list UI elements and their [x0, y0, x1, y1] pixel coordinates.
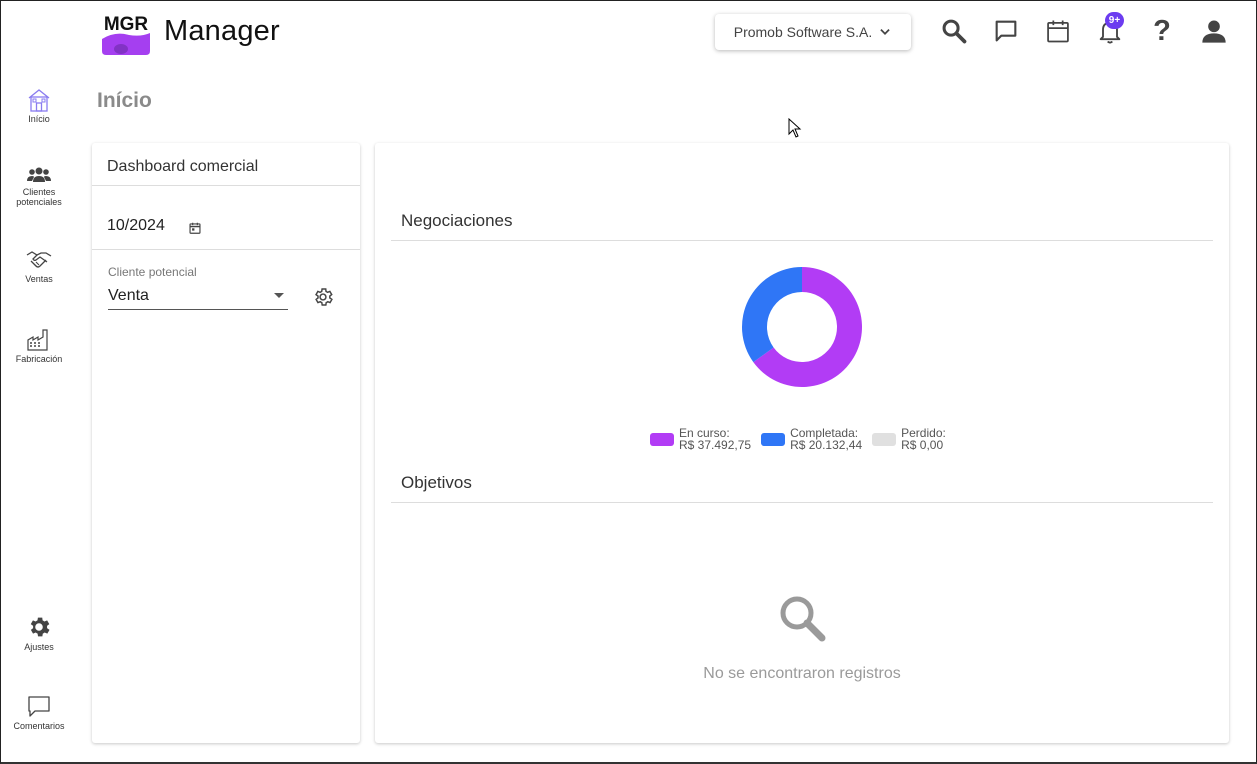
sidebar-item-clientes-potenciales[interactable]: Clientes potenciales: [1, 165, 77, 207]
comment-icon: [28, 696, 50, 717]
legend-value: R$ 20.132,44: [790, 438, 863, 452]
notification-badge: 9+: [1105, 12, 1124, 29]
filter-panel: Dashboard comercial 10/2024 Cliente pote…: [92, 143, 360, 743]
search-empty-icon: [780, 596, 826, 642]
sidebar-item-label: Fabricación: [15, 354, 63, 364]
legend-value: R$ 37.492,75: [679, 438, 752, 452]
cliente-potencial-select[interactable]: Venta: [108, 285, 288, 310]
divider: [92, 249, 360, 250]
dashboard-panel: Negociaciones En curso: R$ 37.492,75 Com…: [375, 143, 1229, 743]
legend-item-en-curso[interactable]: En curso: R$ 37.492,75: [650, 427, 751, 451]
divider: [391, 502, 1213, 503]
sidebar-item-label: Ventas: [25, 274, 53, 284]
sidebar-item-inicio[interactable]: Início: [1, 88, 77, 124]
legend-item-perdido[interactable]: Perdido: R$ 0,00: [872, 427, 946, 451]
sidebar-item-fabricacion[interactable]: Fabricación: [1, 328, 77, 364]
sidebar-item-label: Início: [28, 114, 50, 124]
dropdown-arrow-icon: [274, 293, 284, 298]
divider: [92, 185, 360, 186]
app-title: Manager: [164, 15, 280, 47]
account-icon[interactable]: [1200, 17, 1228, 45]
logo-text: MGR: [104, 14, 149, 35]
calendar-icon[interactable]: [1044, 17, 1072, 45]
settings-gear-icon[interactable]: [312, 286, 334, 308]
company-selector[interactable]: Promob Software S.A.: [715, 14, 911, 50]
search-icon[interactable]: [940, 17, 968, 45]
factory-icon: [27, 329, 48, 351]
company-name: Promob Software S.A.: [733, 24, 873, 40]
sidebar-item-comentarios[interactable]: Comentarios: [1, 695, 77, 731]
sidebar-item-label: Comentarios: [13, 721, 65, 731]
mouse-cursor-icon: [788, 118, 802, 138]
page-title: Início: [97, 89, 152, 112]
mgr-logo: MGR: [101, 9, 151, 55]
chat-icon[interactable]: [992, 17, 1020, 45]
select-value: Venta: [108, 287, 149, 304]
empty-message: No se encontraron registros: [703, 665, 901, 682]
sidebar-item-label: Ajustes: [24, 642, 54, 652]
chevron-down-icon: [880, 29, 890, 35]
help-icon[interactable]: ?: [1148, 14, 1176, 47]
dashboard-title: Dashboard comercial: [107, 158, 259, 175]
home-icon: [28, 89, 50, 112]
calendar-icon[interactable]: [188, 221, 202, 235]
app-window: MGR Manager Promob Software S.A. 9+ ? In…: [0, 0, 1257, 764]
donut-slice-completada[interactable]: [742, 267, 802, 363]
legend-swatch: [872, 432, 897, 446]
people-icon: [27, 167, 51, 182]
divider: [391, 240, 1213, 241]
negociaciones-title: Negociaciones: [401, 211, 513, 230]
date-field[interactable]: 10/2024: [107, 217, 165, 235]
objetivos-title: Objetivos: [401, 473, 472, 492]
chart-legend: En curso: R$ 37.492,75 Completada: R$ 20…: [650, 427, 946, 451]
legend-swatch: [761, 432, 786, 446]
select-label: Cliente potencial: [108, 265, 197, 279]
legend-swatch: [650, 432, 674, 446]
legend-value: R$ 0,00: [901, 438, 944, 452]
sidebar-item-ventas[interactable]: Ventas: [1, 248, 77, 284]
gear-icon: [30, 617, 50, 637]
handshake-icon: [26, 251, 52, 268]
legend-item-completada[interactable]: Completada: R$ 20.132,44: [761, 427, 862, 451]
sidebar-item-ajustes[interactable]: Ajustes: [1, 614, 77, 652]
sidebar-item-label: Clientes potenciales: [16, 187, 62, 207]
negociaciones-donut-chart: [742, 267, 862, 387]
